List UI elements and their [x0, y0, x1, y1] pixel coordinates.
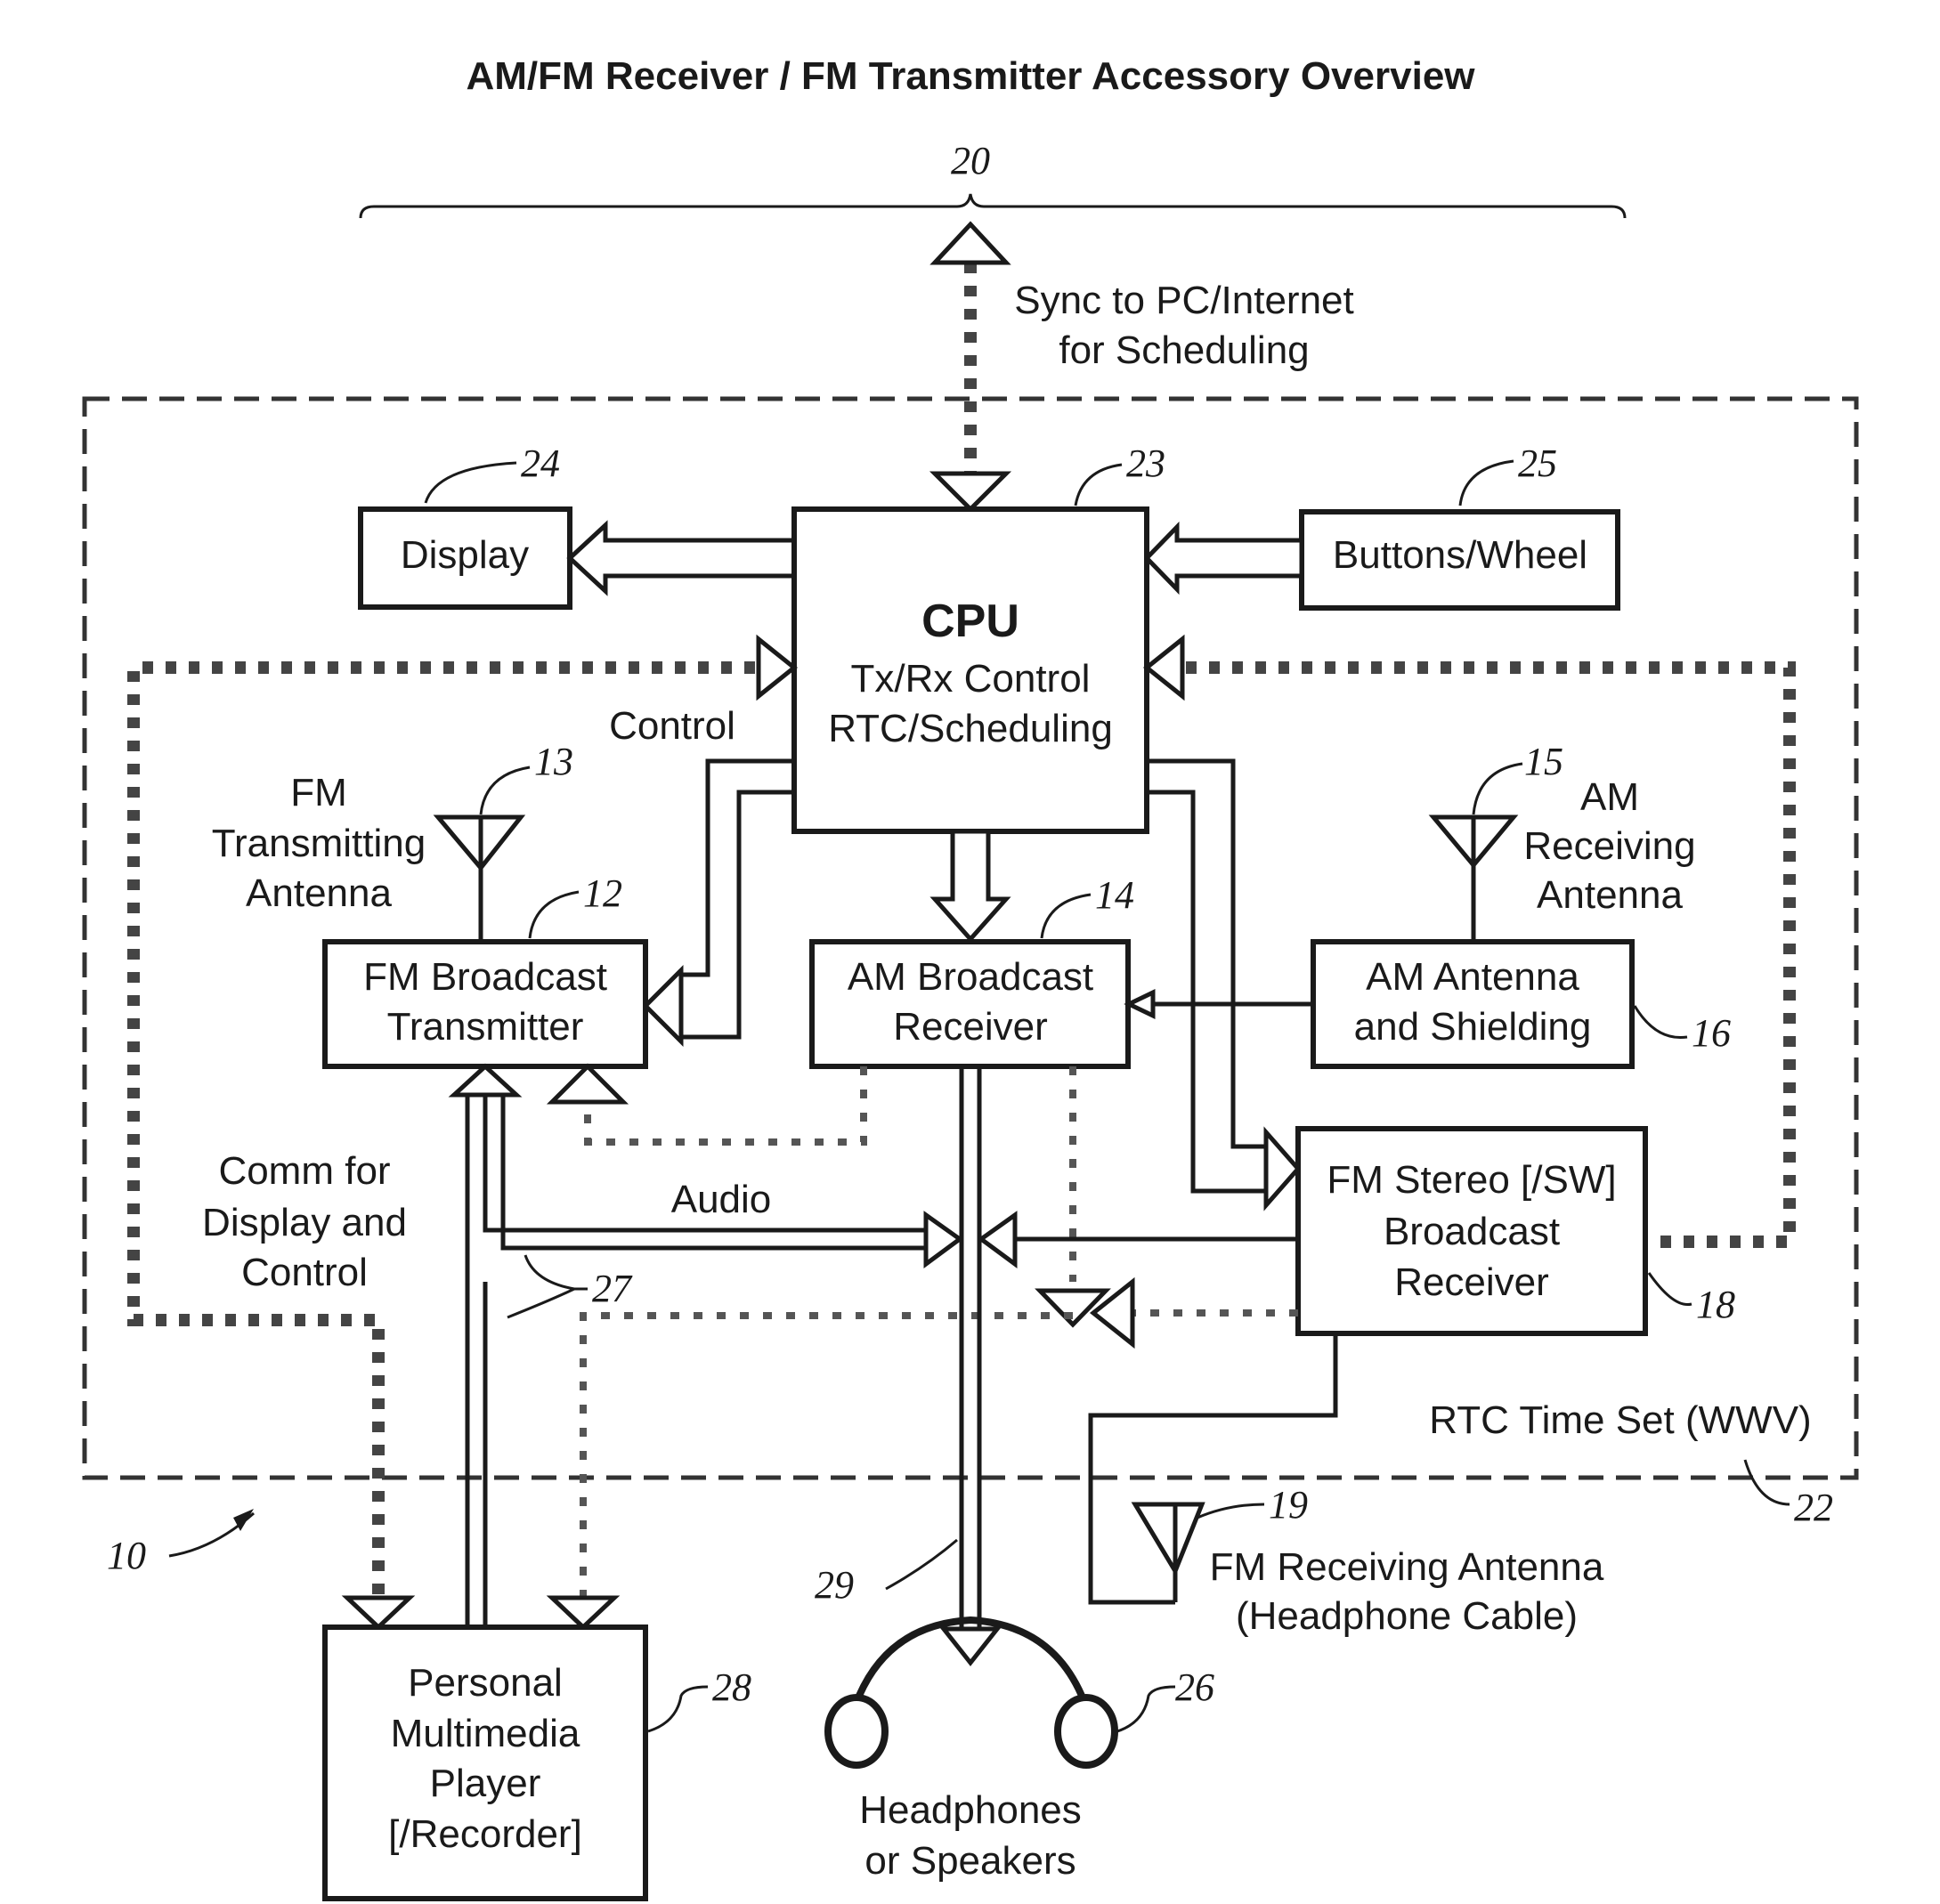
- leader-22: [1743, 1459, 1790, 1506]
- fm-rx-antenna-label-line2: (Headphone Cable): [1236, 1594, 1578, 1638]
- sync-down-arrow-icon: [929, 471, 1012, 513]
- ref-18: 18: [1696, 1283, 1735, 1326]
- leader-18: [1647, 1272, 1692, 1307]
- fm-receiver-line3: Receiver: [1394, 1260, 1549, 1304]
- am-antenna-label-line3: Antenna: [1537, 873, 1683, 917]
- ref-29: 29: [815, 1563, 854, 1607]
- cpu-line1: Tx/Rx Control: [851, 657, 1091, 701]
- audio-label: Audio: [671, 1178, 772, 1221]
- comm-label-line3: Control: [241, 1251, 368, 1294]
- am-antenna-label-line2: Receiving: [1523, 824, 1695, 868]
- ref-23: 23: [1126, 442, 1165, 485]
- rtc-time-set-label: RTC Time Set (WWV): [1429, 1398, 1811, 1442]
- ref-26: 26: [1175, 1665, 1214, 1709]
- bracket-20: [359, 193, 1627, 219]
- cpu-to-am-receiver-arrow-icon: [929, 829, 1011, 943]
- comm-loop-left: [127, 661, 755, 1602]
- control-line-2: [681, 790, 794, 1040]
- ref-14: 14: [1095, 873, 1134, 917]
- leader-25: [1458, 459, 1514, 506]
- leader-16: [1633, 1005, 1688, 1040]
- ref-15: 15: [1524, 740, 1563, 783]
- fm-tx-antenna-label-line1: FM: [290, 771, 347, 814]
- audio-out-arrow-icon: [938, 1626, 1002, 1667]
- leader-19: [1197, 1503, 1265, 1519]
- am-signal-arrow-icon: [1124, 989, 1156, 1019]
- cpu-fmrx-line-1: [1147, 758, 1273, 1149]
- leader-26: [1116, 1685, 1176, 1733]
- ref-13: 13: [534, 740, 573, 783]
- pmp-line1: Personal: [408, 1661, 563, 1705]
- fm-transmitter-line1: FM Broadcast: [363, 955, 607, 999]
- am-antenna-shielding-line1: AM Antenna: [1366, 955, 1579, 999]
- comm-right-arrow-icon: [1142, 634, 1185, 701]
- headphone-right-icon: [1054, 1694, 1118, 1769]
- ref-16: 16: [1692, 1011, 1731, 1055]
- leader-29: [885, 1538, 958, 1591]
- leader-24: [424, 461, 517, 504]
- comm-label-line1: Comm for: [218, 1149, 390, 1193]
- leader-27: [507, 1254, 588, 1319]
- ref-10: 10: [107, 1534, 146, 1577]
- fm-tx-antenna-label-line3: Antenna: [246, 871, 392, 915]
- control-label: Control: [609, 704, 735, 748]
- fm-rx-antenna-icon: [1131, 1502, 1205, 1576]
- headphones-label-line1: Headphones: [859, 1788, 1082, 1832]
- leader-23: [1074, 463, 1123, 506]
- sync-label-line1: Sync to PC/Internet: [1014, 279, 1354, 322]
- block-diagram: AM/FM Receiver / FM Transmitter Accessor…: [82, 54, 1859, 1901]
- ref-24: 24: [521, 442, 560, 485]
- am-receiver-line1: AM Broadcast: [848, 955, 1093, 999]
- leader-15: [1472, 762, 1523, 815]
- fm-receiver-line1: FM Stereo [/SW]: [1327, 1158, 1616, 1202]
- pmp-line2: Multimedia: [391, 1712, 580, 1755]
- pmp-line3: Player: [430, 1762, 541, 1805]
- pmp-rx-arrow-icon: [546, 1595, 621, 1631]
- display-label: Display: [401, 533, 529, 577]
- cpu-to-fmrx-arrow-icon: [1263, 1126, 1302, 1211]
- am-dotted-arrow-icon: [1035, 1288, 1111, 1328]
- rx-to-pmp-dotted-link: [580, 1312, 1073, 1602]
- leader-13: [479, 766, 531, 815]
- audio-to-output-arrow-icon: [923, 1211, 964, 1268]
- ref-22: 22: [1794, 1486, 1833, 1529]
- comm-label-line2: Display and: [202, 1201, 407, 1244]
- headphones-label-line2: or Speakers: [864, 1839, 1076, 1883]
- am-to-fmtx-arrow-icon: [546, 1063, 629, 1105]
- am-receiver-line2: Receiver: [893, 1005, 1048, 1049]
- comm-left-arrow-icon: [756, 634, 799, 701]
- fm-transmitter-line2: Transmitter: [387, 1005, 584, 1049]
- am-antenna-label-line1: AM: [1580, 775, 1639, 819]
- diagram-title: AM/FM Receiver / FM Transmitter Accessor…: [466, 54, 1475, 98]
- buttons-to-cpu-arrow-icon: [1143, 521, 1304, 596]
- audio-to-fmtx-arrow-icon: [448, 1063, 523, 1098]
- ref-28: 28: [712, 1665, 751, 1709]
- pmp-line4: [/Recorder]: [388, 1812, 582, 1856]
- sync-up-arrow-icon: [929, 221, 1011, 265]
- leader-12: [528, 890, 580, 939]
- am-to-fmtx-dotted-link: [584, 1066, 867, 1146]
- cpu-to-display-arrow-icon: [566, 520, 797, 596]
- leader-28: [647, 1685, 709, 1733]
- cpu-line2: RTC/Scheduling: [828, 707, 1113, 750]
- fm-tx-antenna-label-line2: Transmitting: [212, 822, 426, 865]
- ref-12: 12: [583, 871, 622, 915]
- buttons-label: Buttons/Wheel: [1333, 533, 1587, 577]
- fm-rx-antenna-label-line1: FM Receiving Antenna: [1210, 1545, 1604, 1589]
- fm-receiver-line2: Broadcast: [1384, 1210, 1560, 1253]
- cpu-title: CPU: [921, 596, 1019, 647]
- sync-label-line2: for Scheduling: [1059, 328, 1309, 372]
- pmp-comm-arrow-icon: [341, 1595, 416, 1631]
- ref-27: 27: [592, 1267, 633, 1310]
- cpu-fmrx-line-2: [1147, 790, 1273, 1194]
- leader-14: [1040, 893, 1092, 939]
- ref-20: 20: [951, 139, 990, 182]
- headphone-left-icon: [824, 1694, 889, 1769]
- am-antenna-shielding-line2: and Shielding: [1354, 1005, 1592, 1049]
- control-to-fmtx-arrow-icon: [642, 964, 684, 1048]
- fmrx-audio-arrow-icon: [977, 1211, 1018, 1268]
- ref-19: 19: [1269, 1483, 1308, 1527]
- ref-25: 25: [1518, 442, 1557, 485]
